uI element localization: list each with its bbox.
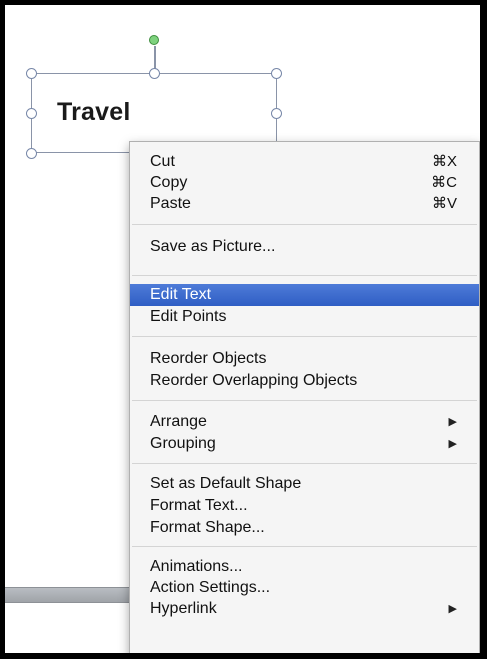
menu-item-label: Copy (150, 174, 188, 191)
menu-item-shortcut: ⌘X (431, 153, 457, 170)
menu-item-label: Paste (150, 195, 191, 212)
menu-item-grouping[interactable]: Grouping ▶ (130, 433, 479, 455)
resize-handle-bottom-left-icon[interactable] (26, 148, 37, 159)
menu-separator (132, 336, 477, 337)
rotate-handle-icon[interactable] (149, 35, 159, 45)
menu-item-label: Cut (150, 153, 175, 170)
menu-separator (132, 275, 477, 276)
menu-item-label: Animations... (150, 558, 243, 575)
menu-item-label: Grouping (150, 435, 216, 452)
menu-item-label: Reorder Objects (150, 350, 267, 367)
menu-item-copy[interactable]: Copy ⌘C (130, 172, 479, 194)
menu-item-action-settings[interactable]: Action Settings... (130, 577, 479, 599)
menu-item-reorder-overlapping-objects[interactable]: Reorder Overlapping Objects (130, 370, 479, 392)
triangle-right-icon: ▶ (448, 603, 457, 615)
menu-item-reorder-objects[interactable]: Reorder Objects (130, 348, 479, 370)
context-menu: Cut ⌘X Copy ⌘C Paste ⌘V Save as Picture.… (129, 141, 480, 653)
resize-handle-right-icon[interactable] (271, 108, 282, 119)
document-window: Travel Cut ⌘X Copy ⌘C Paste ⌘V Save as P… (5, 5, 480, 653)
menu-item-label: Reorder Overlapping Objects (150, 372, 358, 389)
menu-item-format-text[interactable]: Format Text... (130, 495, 479, 517)
resize-handle-top-icon[interactable] (149, 68, 160, 79)
menu-item-label: Arrange (150, 413, 207, 430)
menu-item-label: Format Text... (150, 497, 248, 514)
menu-item-label: Format Shape... (150, 519, 265, 536)
menu-item-label: Hyperlink (150, 600, 217, 617)
menu-item-paste[interactable]: Paste ⌘V (130, 193, 479, 215)
menu-item-save-as-picture[interactable]: Save as Picture... (130, 236, 479, 258)
triangle-right-icon: ▶ (448, 438, 457, 450)
menu-item-label: Save as Picture... (150, 238, 276, 255)
menu-item-label: Edit Text (150, 286, 212, 303)
menu-item-hyperlink[interactable]: Hyperlink ▶ (130, 598, 479, 620)
resize-handle-left-icon[interactable] (26, 108, 37, 119)
menu-item-format-shape[interactable]: Format Shape... (130, 517, 479, 539)
menu-separator (132, 463, 477, 464)
menu-item-arrange[interactable]: Arrange ▶ (130, 411, 479, 433)
menu-item-cut[interactable]: Cut ⌘X (130, 151, 479, 173)
menu-item-label: Edit Points (150, 308, 227, 325)
menu-item-animations[interactable]: Animations... (130, 556, 479, 578)
menu-item-edit-text[interactable]: Edit Text (130, 284, 479, 306)
resize-handle-top-right-icon[interactable] (271, 68, 282, 79)
menu-item-shortcut: ⌘V (431, 195, 457, 212)
menu-item-edit-points[interactable]: Edit Points (130, 306, 479, 328)
menu-item-set-as-default-shape[interactable]: Set as Default Shape (130, 473, 479, 495)
shape-text[interactable]: Travel (57, 98, 130, 127)
menu-separator (132, 224, 477, 225)
triangle-right-icon: ▶ (448, 416, 457, 428)
menu-separator (132, 546, 477, 547)
resize-handle-top-left-icon[interactable] (26, 68, 37, 79)
menu-item-label: Set as Default Shape (150, 475, 302, 492)
menu-item-shortcut: ⌘C (431, 174, 457, 191)
menu-item-label: Action Settings... (150, 579, 271, 596)
menu-separator (132, 400, 477, 401)
